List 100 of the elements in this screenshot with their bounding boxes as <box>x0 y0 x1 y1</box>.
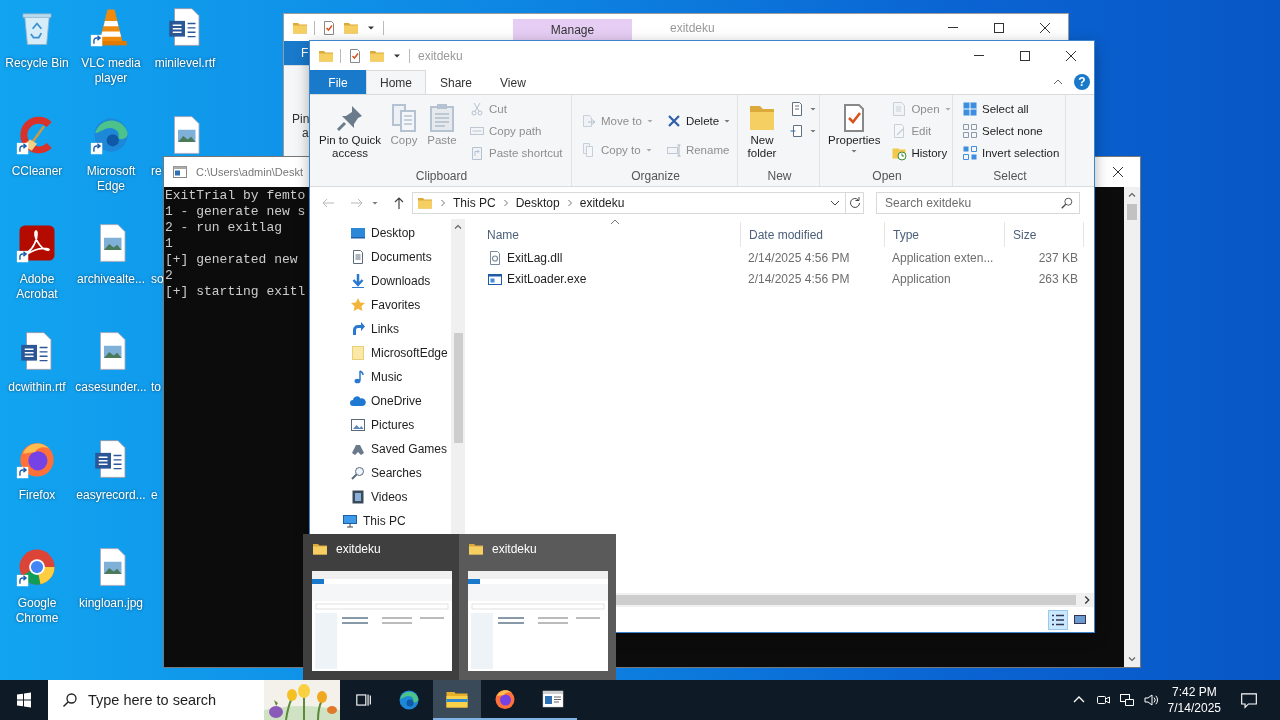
nav-item[interactable]: Downloads <box>310 269 451 293</box>
scrollbar-thumb[interactable] <box>615 595 1076 605</box>
properties-icon[interactable] <box>347 47 363 64</box>
window-preview[interactable]: exitdeku <box>459 534 616 680</box>
breadcrumb[interactable]: exitdeku <box>575 196 629 210</box>
move-icon <box>581 112 597 129</box>
window-title: exitdeku <box>336 542 381 556</box>
context-tab[interactable]: Manage <box>513 19 632 41</box>
view-button[interactable] <box>1048 609 1068 630</box>
properties-icon[interactable] <box>321 19 337 36</box>
table-cell-text: 2/14/2025 4:56 PM <box>747 250 851 265</box>
group-label: Open <box>871 168 903 185</box>
ribbon-tab[interactable]: Home <box>366 70 426 94</box>
column-header[interactable]: Size <box>1005 222 1084 247</box>
refresh-button[interactable] <box>845 193 863 213</box>
window-preview[interactable]: exitdeku <box>303 534 459 680</box>
breadcrumb[interactable]: This PC <box>449 196 500 210</box>
nav-item[interactable]: This PC <box>310 509 451 533</box>
taskbar-app-button[interactable] <box>433 680 481 720</box>
nav-item[interactable]: Music <box>310 365 451 389</box>
task-view-icon <box>353 691 372 709</box>
ribbon-button[interactable]: New folder <box>744 98 780 168</box>
easy-access-icon <box>789 123 805 139</box>
folder-icon <box>312 541 328 557</box>
scrollbar-thumb[interactable] <box>1127 204 1137 220</box>
network-icon <box>1118 692 1135 708</box>
file-tab[interactable]: F <box>284 41 310 65</box>
icon-label: so <box>151 272 164 287</box>
ribbon-button[interactable]: Invert selection <box>959 142 1063 164</box>
column-header[interactable]: Name <box>479 222 741 247</box>
console-line: 2 <box>165 268 173 284</box>
folder-icon <box>350 345 366 361</box>
pictures-icon <box>350 417 366 433</box>
nav-item[interactable]: Desktop <box>310 221 451 245</box>
nav-item[interactable]: Pictures <box>310 413 451 437</box>
recent-locations-button[interactable] <box>371 199 379 207</box>
console-line: ExitTrial by femto <box>165 188 306 204</box>
table-cell-text: 263 KB <box>1037 271 1079 286</box>
nav-item[interactable]: MicrosoftEdge <box>310 341 451 365</box>
ribbon-label: a <box>301 126 309 140</box>
icon-label: VLC media player <box>80 56 142 86</box>
window-title: exitdeku <box>670 20 715 35</box>
search-bar[interactable]: Type here to search <box>48 680 340 720</box>
icon-label: Firefox <box>18 488 56 503</box>
search-icon <box>62 692 78 708</box>
breadcrumb[interactable]: Desktop <box>511 196 564 210</box>
computer-icon <box>342 513 358 529</box>
help-button[interactable]: ? <box>1074 74 1090 90</box>
star-icon <box>350 297 366 313</box>
close-icon <box>1110 164 1126 180</box>
nav-item[interactable]: Saved Games <box>310 437 451 461</box>
icon-label: Recycle Bin <box>5 56 69 71</box>
folder-icon <box>417 195 433 211</box>
console-line: 2 - run exitlag <box>165 220 283 236</box>
film-icon <box>350 489 366 505</box>
new-item-icon <box>789 101 805 117</box>
nav-item[interactable]: Videos <box>310 485 451 509</box>
console-line: [+] starting exitl <box>165 284 306 300</box>
icon-label: dcwithin.rtf <box>8 380 66 395</box>
console-line: 1 - generate new s <box>165 204 306 220</box>
document-icon <box>350 249 366 265</box>
rename-icon <box>665 141 682 158</box>
icon-label: Adobe Acrobat <box>15 272 59 302</box>
nav-item[interactable]: Favorites <box>310 293 451 317</box>
nav-item[interactable]: Searches <box>310 461 451 485</box>
open-icon <box>891 101 908 117</box>
shortcut-icon <box>469 145 485 161</box>
search-field[interactable]: Type here to search <box>88 680 258 720</box>
console-icon <box>172 164 188 180</box>
ribbon-button[interactable]: Select all <box>959 98 1063 120</box>
clock[interactable]: 7:42 PM 7/14/2025 <box>1162 680 1226 720</box>
icon-label: re <box>151 164 162 179</box>
search-icon <box>1060 196 1074 210</box>
download-arrow-icon <box>350 273 366 289</box>
ribbon-button[interactable]: Select none <box>959 120 1063 142</box>
ribbon-button[interactable]: History <box>888 142 955 164</box>
table-cell-text: Application exten... <box>891 250 995 265</box>
ribbon-button[interactable]: Properties <box>826 98 883 168</box>
ribbon-label: Pin <box>291 112 310 126</box>
nav-item[interactable]: Documents <box>310 245 451 269</box>
group-label: Organize <box>630 168 681 185</box>
ribbon-tab[interactable]: View <box>486 70 540 94</box>
file-tab[interactable]: File <box>310 70 366 94</box>
window-title: exitdeku <box>418 48 463 63</box>
column-header[interactable]: Type <box>885 222 1005 247</box>
group-label: New <box>766 168 793 185</box>
ribbon-tab[interactable]: Share <box>426 70 487 94</box>
column-header[interactable]: Date modified <box>741 222 885 247</box>
address-bar[interactable]: This PC Desktop exitdeku <box>412 192 864 214</box>
select-all-icon <box>962 101 978 117</box>
ribbon-button[interactable]: Pin to Quick access <box>316 98 384 168</box>
ribbon-button[interactable]: Delete <box>662 106 735 135</box>
scrollbar-thumb[interactable] <box>453 333 463 443</box>
search-field[interactable]: Search exitdeku <box>876 192 1080 214</box>
folder-icon <box>468 541 484 557</box>
windows-logo-icon <box>16 692 32 708</box>
scissors-icon <box>469 101 485 117</box>
nav-item[interactable]: OneDrive <box>310 389 451 413</box>
console-window-icon <box>541 687 565 711</box>
nav-item[interactable]: Links <box>310 317 451 341</box>
